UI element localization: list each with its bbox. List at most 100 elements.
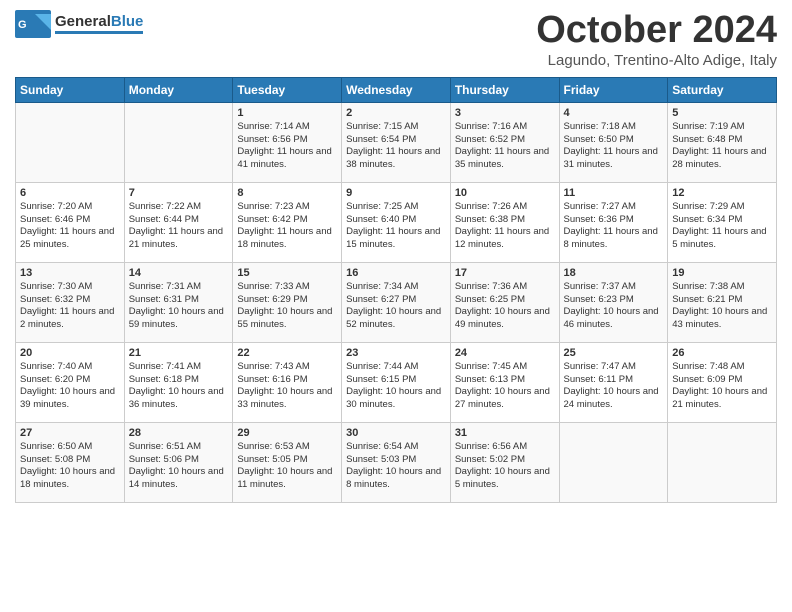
logo-icon: G [15, 10, 51, 38]
calendar-cell: 30Sunrise: 6:54 AM Sunset: 5:03 PM Dayli… [342, 422, 451, 502]
calendar-cell: 18 Sunrise: 7:37 AM Sunset: 6:23 PM Dayli… [559, 262, 668, 342]
calendar-cell: 16Sunrise: 7:34 AM Sunset: 6:27 PM Dayli… [342, 262, 451, 342]
day-number: 19 [672, 267, 772, 279]
day-number: 13 [20, 267, 120, 279]
logo: G GeneralBlue [15, 10, 143, 38]
calendar-table: SundayMondayTuesdayWednesdayThursdayFrid… [15, 77, 777, 503]
day-info: Sunrise: 7:37 AM Sunset: 6:23 PM Dayligh… [564, 281, 664, 332]
calendar-cell: 22Sunrise: 7:43 AM Sunset: 6:16 PM Dayli… [233, 342, 342, 422]
day-info: Sunrise: 7:30 AM Sunset: 6:32 PM Dayligh… [20, 281, 120, 332]
calendar-cell: 12 Sunrise: 7:29 AM Sunset: 6:34 PM Dayli… [668, 182, 777, 262]
logo-underline [55, 31, 143, 34]
day-info: Sunrise: 7:31 AM Sunset: 6:31 PM Dayligh… [129, 281, 229, 332]
day-number: 26 [672, 347, 772, 359]
day-info: Sunrise: 7:23 AM Sunset: 6:42 PM Dayligh… [237, 201, 337, 252]
day-number: 24 [455, 347, 555, 359]
page-header: G GeneralBlue October 2024 Lagundo, Tren… [15, 10, 777, 69]
calendar-cell: 7 Sunrise: 7:22 AM Sunset: 6:44 PM Daylig… [124, 182, 233, 262]
week-row-3: 13 Sunrise: 7:30 AM Sunset: 6:32 PM Dayli… [16, 262, 777, 342]
calendar-cell: 14 Sunrise: 7:31 AM Sunset: 6:31 PM Dayli… [124, 262, 233, 342]
day-info: Sunrise: 7:34 AM Sunset: 6:27 PM Dayligh… [346, 281, 446, 332]
calendar-cell: 9 Sunrise: 7:25 AM Sunset: 6:40 PM Daylig… [342, 182, 451, 262]
day-info: Sunrise: 7:29 AM Sunset: 6:34 PM Dayligh… [672, 201, 772, 252]
day-info: Sunrise: 7:19 AM Sunset: 6:48 PM Dayligh… [672, 121, 772, 172]
calendar-cell: 20Sunrise: 7:40 AM Sunset: 6:20 PM Dayli… [16, 342, 125, 422]
calendar-cell: 8Sunrise: 7:23 AM Sunset: 6:42 PM Daylig… [233, 182, 342, 262]
day-info: Sunrise: 7:20 AM Sunset: 6:46 PM Dayligh… [20, 201, 120, 252]
calendar-cell: 1 Sunrise: 7:14 AM Sunset: 6:56 PM Daylig… [233, 102, 342, 182]
day-of-week-tuesday: Tuesday [233, 77, 342, 102]
calendar-cell: 6 Sunrise: 7:20 AM Sunset: 6:46 PM Daylig… [16, 182, 125, 262]
day-number: 27 [20, 427, 120, 439]
day-info: Sunrise: 7:33 AM Sunset: 6:29 PM Dayligh… [237, 281, 337, 332]
day-number: 9 [346, 187, 446, 199]
location-title: Lagundo, Trentino-Alto Adige, Italy [536, 52, 777, 69]
day-info: Sunrise: 7:45 AM Sunset: 6:13 PM Dayligh… [455, 361, 555, 412]
day-of-week-friday: Friday [559, 77, 668, 102]
logo-general: General [55, 13, 111, 30]
title-block: October 2024 Lagundo, Trentino-Alto Adig… [536, 10, 777, 69]
day-number: 4 [564, 107, 664, 119]
day-info: Sunrise: 7:22 AM Sunset: 6:44 PM Dayligh… [129, 201, 229, 252]
day-info: Sunrise: 7:41 AM Sunset: 6:18 PM Dayligh… [129, 361, 229, 412]
calendar-cell: 3 Sunrise: 7:16 AM Sunset: 6:52 PM Daylig… [450, 102, 559, 182]
day-number: 28 [129, 427, 229, 439]
calendar-cell: 31Sunrise: 6:56 AM Sunset: 5:02 PM Dayli… [450, 422, 559, 502]
day-number: 1 [237, 107, 337, 119]
calendar-cell [16, 102, 125, 182]
calendar-cell: 13 Sunrise: 7:30 AM Sunset: 6:32 PM Dayli… [16, 262, 125, 342]
day-info: Sunrise: 7:43 AM Sunset: 6:16 PM Dayligh… [237, 361, 337, 412]
day-info: Sunrise: 7:25 AM Sunset: 6:40 PM Dayligh… [346, 201, 446, 252]
day-info: Sunrise: 7:36 AM Sunset: 6:25 PM Dayligh… [455, 281, 555, 332]
day-info: Sunrise: 7:15 AM Sunset: 6:54 PM Dayligh… [346, 121, 446, 172]
day-number: 30 [346, 427, 446, 439]
day-number: 23 [346, 347, 446, 359]
calendar-cell [124, 102, 233, 182]
calendar-cell: 5 Sunrise: 7:19 AM Sunset: 6:48 PM Daylig… [668, 102, 777, 182]
calendar-cell: 2 Sunrise: 7:15 AM Sunset: 6:54 PM Daylig… [342, 102, 451, 182]
calendar-cell: 21Sunrise: 7:41 AM Sunset: 6:18 PM Dayli… [124, 342, 233, 422]
day-number: 3 [455, 107, 555, 119]
day-of-week-sunday: Sunday [16, 77, 125, 102]
day-number: 25 [564, 347, 664, 359]
day-info: Sunrise: 7:44 AM Sunset: 6:15 PM Dayligh… [346, 361, 446, 412]
day-info: Sunrise: 6:56 AM Sunset: 5:02 PM Dayligh… [455, 441, 555, 492]
week-row-4: 20Sunrise: 7:40 AM Sunset: 6:20 PM Dayli… [16, 342, 777, 422]
day-info: Sunrise: 7:47 AM Sunset: 6:11 PM Dayligh… [564, 361, 664, 412]
day-number: 17 [455, 267, 555, 279]
day-number: 14 [129, 267, 229, 279]
day-number: 2 [346, 107, 446, 119]
week-row-5: 27 Sunrise: 6:50 AM Sunset: 5:08 PM Dayli… [16, 422, 777, 502]
day-info: Sunrise: 7:16 AM Sunset: 6:52 PM Dayligh… [455, 121, 555, 172]
day-info: Sunrise: 6:50 AM Sunset: 5:08 PM Dayligh… [20, 441, 120, 492]
logo-blue: Blue [111, 13, 144, 30]
calendar-cell: 17 Sunrise: 7:36 AM Sunset: 6:25 PM Dayli… [450, 262, 559, 342]
week-row-2: 6 Sunrise: 7:20 AM Sunset: 6:46 PM Daylig… [16, 182, 777, 262]
day-info: Sunrise: 7:18 AM Sunset: 6:50 PM Dayligh… [564, 121, 664, 172]
day-of-week-wednesday: Wednesday [342, 77, 451, 102]
day-number: 6 [20, 187, 120, 199]
calendar-cell: 15Sunrise: 7:33 AM Sunset: 6:29 PM Dayli… [233, 262, 342, 342]
day-number: 7 [129, 187, 229, 199]
calendar-cell: 23 Sunrise: 7:44 AM Sunset: 6:15 PM Dayli… [342, 342, 451, 422]
calendar-cell: 11Sunrise: 7:27 AM Sunset: 6:36 PM Dayli… [559, 182, 668, 262]
day-number: 11 [564, 187, 664, 199]
calendar-cell [668, 422, 777, 502]
calendar-cell: 28 Sunrise: 6:51 AM Sunset: 5:06 PM Dayli… [124, 422, 233, 502]
calendar-cell [559, 422, 668, 502]
calendar-cell: 29Sunrise: 6:53 AM Sunset: 5:05 PM Dayli… [233, 422, 342, 502]
day-number: 12 [672, 187, 772, 199]
day-info: Sunrise: 7:14 AM Sunset: 6:56 PM Dayligh… [237, 121, 337, 172]
day-number: 29 [237, 427, 337, 439]
calendar-cell: 25 Sunrise: 7:47 AM Sunset: 6:11 PM Dayli… [559, 342, 668, 422]
week-row-1: 1 Sunrise: 7:14 AM Sunset: 6:56 PM Daylig… [16, 102, 777, 182]
day-info: Sunrise: 7:48 AM Sunset: 6:09 PM Dayligh… [672, 361, 772, 412]
header-row: SundayMondayTuesdayWednesdayThursdayFrid… [16, 77, 777, 102]
calendar-cell: 10Sunrise: 7:26 AM Sunset: 6:38 PM Dayli… [450, 182, 559, 262]
day-number: 18 [564, 267, 664, 279]
day-number: 5 [672, 107, 772, 119]
day-info: Sunrise: 7:40 AM Sunset: 6:20 PM Dayligh… [20, 361, 120, 412]
day-info: Sunrise: 6:51 AM Sunset: 5:06 PM Dayligh… [129, 441, 229, 492]
calendar-cell: 19Sunrise: 7:38 AM Sunset: 6:21 PM Dayli… [668, 262, 777, 342]
day-number: 10 [455, 187, 555, 199]
